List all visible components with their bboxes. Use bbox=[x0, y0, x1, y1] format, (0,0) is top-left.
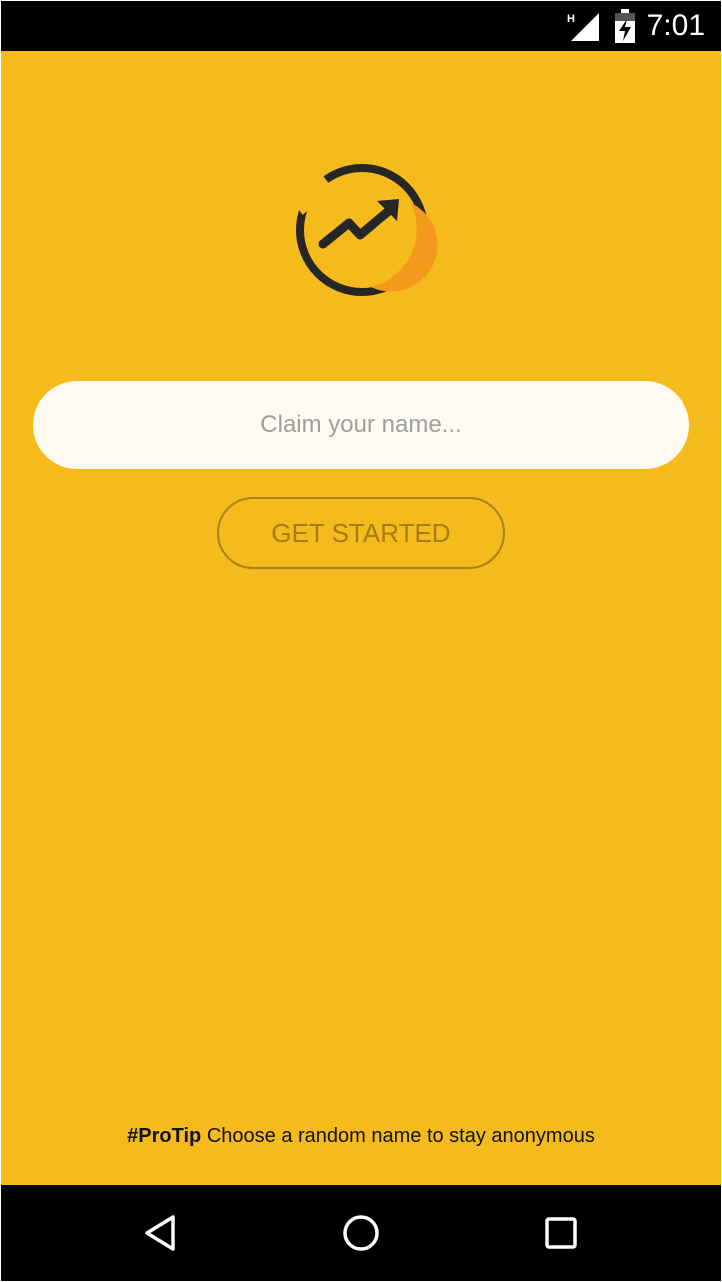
home-icon[interactable] bbox=[341, 1213, 381, 1253]
recents-icon[interactable] bbox=[541, 1213, 581, 1253]
trending-up-circle-icon bbox=[287, 164, 438, 296]
protip-text: #ProTip Choose a random name to stay ano… bbox=[1, 1125, 721, 1148]
protip-message: Choose a random name to stay anonymous bbox=[201, 1125, 595, 1147]
app-screen: H 7:01 GET STARTED #ProTip Choose a rand… bbox=[1, 1, 721, 1281]
name-input[interactable] bbox=[33, 381, 689, 469]
status-time: 7:01 bbox=[646, 9, 705, 42]
back-icon[interactable] bbox=[141, 1213, 181, 1253]
status-bar: H 7:01 bbox=[1, 1, 721, 51]
get-started-button[interactable]: GET STARTED bbox=[217, 497, 505, 569]
network-type-label: H bbox=[567, 13, 575, 25]
battery-charging-icon bbox=[615, 9, 635, 43]
protip-tag: #ProTip bbox=[127, 1125, 202, 1147]
signal-icon: H bbox=[567, 13, 599, 41]
navigation-bar bbox=[1, 1185, 721, 1281]
